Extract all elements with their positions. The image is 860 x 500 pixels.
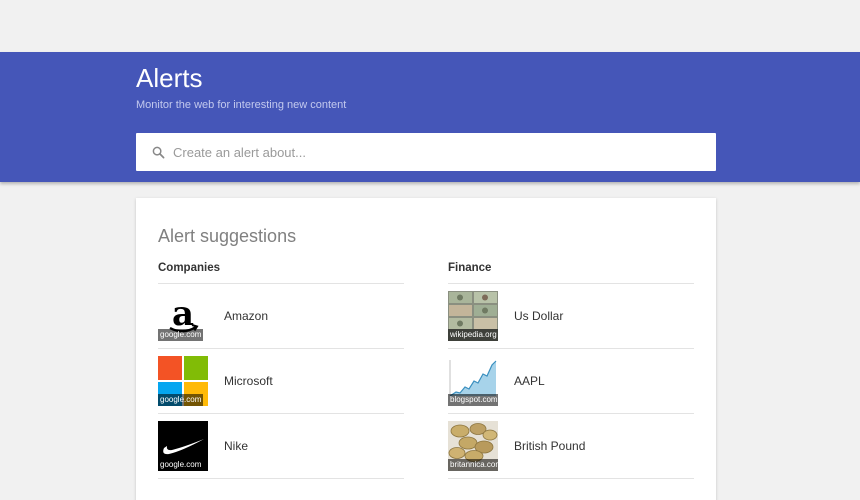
suggestions-title: Alert suggestions <box>158 226 297 246</box>
suggestion-amazon[interactable]: a google.com Amazon <box>158 284 404 349</box>
thumbnail-source: google.com <box>158 459 204 471</box>
finance-heading: Finance <box>448 260 694 284</box>
companies-column: Companies a google.com Amazon google.com… <box>158 260 404 479</box>
suggestion-label: Microsoft <box>224 374 273 388</box>
thumbnail-source: google.com <box>158 329 204 341</box>
thumbnail-source: google.com <box>158 394 204 406</box>
amazon-logo-icon: a google.com <box>158 291 208 341</box>
search-icon <box>152 146 165 158</box>
suggestion-label: Amazon <box>224 309 269 323</box>
pound-coins-icon: britannica.com <box>448 421 498 471</box>
page-title: Alerts <box>136 63 203 93</box>
suggestion-label: AAPL <box>514 374 545 388</box>
page-subtitle: Monitor the web for interesting new cont… <box>136 99 347 111</box>
dollar-bills-icon: wikipedia.org <box>448 291 498 341</box>
suggestion-label: Us Dollar <box>514 309 564 323</box>
nike-logo-icon: google.com <box>158 421 208 471</box>
suggestion-label: British Pound <box>514 439 586 453</box>
suggestion-aapl[interactable]: blogspot.com AAPL <box>448 349 694 414</box>
search-input[interactable] <box>173 144 693 160</box>
suggestion-label: Nike <box>224 439 249 453</box>
thumbnail-source: blogspot.com <box>448 394 498 406</box>
suggestion-us-dollar[interactable]: wikipedia.org Us Dollar <box>448 284 694 349</box>
svg-text:a: a <box>172 294 194 334</box>
suggestion-british-pound[interactable]: britannica.com British Pound <box>448 414 694 479</box>
suggestions-card: Alert suggestions Companies a google.com… <box>136 198 716 500</box>
suggestion-nike[interactable]: google.com Nike <box>158 414 404 479</box>
search-box[interactable] <box>136 133 716 171</box>
finance-column: Finance wikipedia.org Us Dollar blogspot… <box>448 260 694 479</box>
microsoft-logo-icon: google.com <box>158 356 208 406</box>
companies-heading: Companies <box>158 260 404 284</box>
thumbnail-source: britannica.com <box>448 459 498 471</box>
thumbnail-source: wikipedia.org <box>448 329 498 341</box>
suggestion-microsoft[interactable]: google.com Microsoft <box>158 349 404 414</box>
stock-chart-icon: blogspot.com <box>448 356 498 406</box>
